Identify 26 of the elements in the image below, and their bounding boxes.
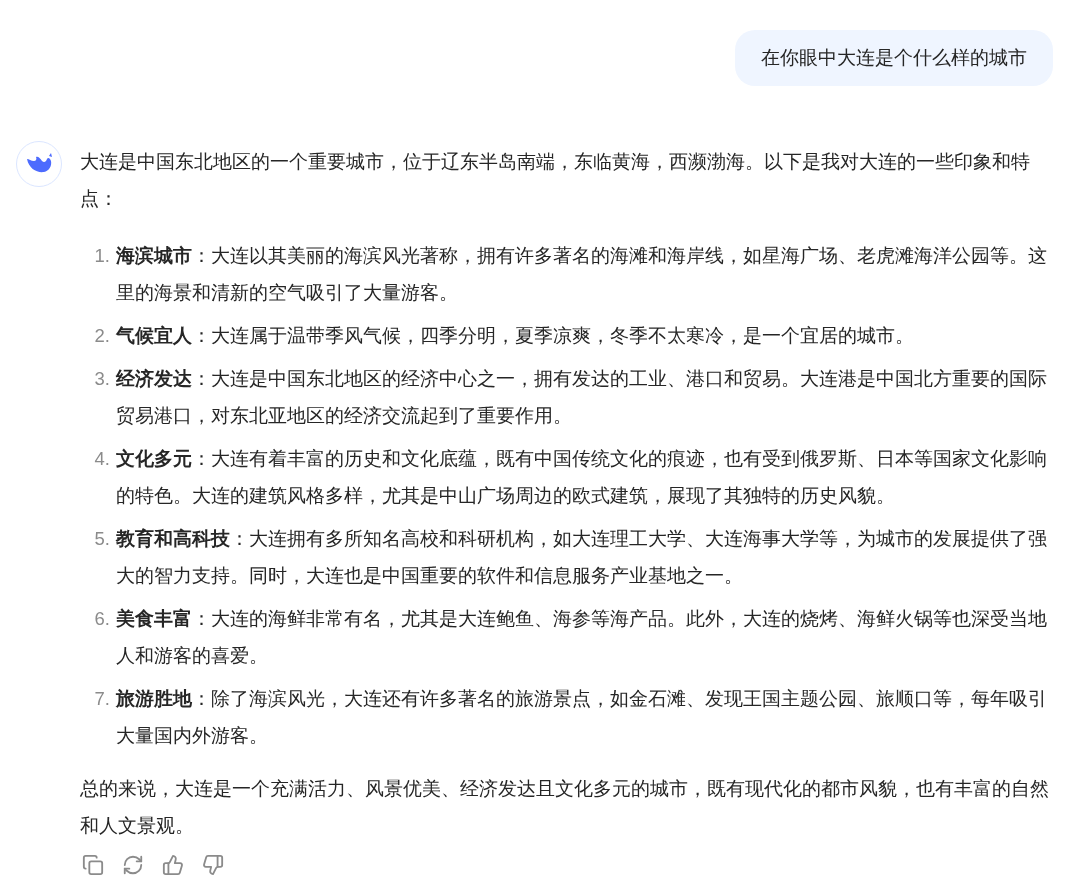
- refresh-icon: [122, 854, 144, 876]
- list-number: 6.: [93, 607, 111, 631]
- list-item-text: 海滨城市：大连以其美丽的海滨风光著称，拥有许多著名的海滩和海岸线，如星海广场、老虎滩海洋公园等。这里的海景和清新的空气吸引了大量游客。: [116, 244, 1048, 305]
- thumbs-up-button[interactable]: [162, 854, 184, 876]
- list-item-text: 文化多元：大连有着丰富的历史和文化底蕴，既有中国传统文化的痕迹，也有受到俄罗斯、日本等国家文化影响的特色。大连的建筑风格多样，尤其是中山广场周边的欧式建筑，展现了其独特的历史风貌。: [116, 447, 1048, 508]
- intro-paragraph: 大连是中国东北地区的一个重要城市，位于辽东半岛南端，东临黄海，西濒渤海。以下是我对大连的一些印象和特点：: [80, 150, 1031, 211]
- list-item-text: 经济发达：大连是中国东北地区的经济中心之一，拥有发达的工业、港口和贸易。大连港是中国北方重要的国际贸易港口，对东北亚地区的经济交流起到了重要作用。: [116, 367, 1048, 428]
- list-number: 7.: [93, 687, 111, 711]
- list-item-text: 美食丰富：大连的海鲜非常有名，尤其是大连鲍鱼、海参等海产品。此外，大连的烧烤、海鲜火锅等也深受当地人和游客的喜爱。: [116, 607, 1048, 668]
- list-item-text: 旅游胜地：除了海滨风光，大连还有许多著名的旅游景点，如金石滩、发现王国主题公园、旅顺口等，每年吸引大量国内外游客。: [116, 687, 1048, 748]
- list-item-text: 气候宜人：大连属于温带季风气候，四季分明，夏季凉爽，冬季不太寒冷，是一个宜居的城市。: [116, 324, 915, 348]
- conclusion-paragraph: 总的来说，大连是一个充满活力、风景优美、经济发达且文化多元的城市，既有现代化的都市风貌，也有丰富的自然和人文景观。: [80, 777, 1050, 838]
- list-number: 4.: [93, 447, 111, 471]
- list-number: 2.: [93, 324, 111, 348]
- thumbs-down-button[interactable]: [202, 854, 224, 876]
- thumbs-up-icon: [162, 854, 184, 876]
- thumbs-down-icon: [202, 854, 224, 876]
- list-number: 5.: [93, 527, 111, 551]
- list-number: 1.: [93, 244, 111, 268]
- copy-button[interactable]: [82, 854, 104, 876]
- list-item-text: 教育和高科技：大连拥有多所知名高校和科研机构，如大连理工大学、大连海事大学等，为城市的发展提供了强大的智力支持。同时，大连也是中国重要的软件和信息服务产业基地之一。: [116, 527, 1048, 588]
- list-number: 3.: [93, 367, 111, 391]
- copy-icon: [82, 854, 104, 876]
- user-message: 在你眼中大连是个什么样的城市: [735, 30, 1053, 86]
- whale-icon: [25, 153, 53, 175]
- refresh-button[interactable]: [122, 854, 144, 876]
